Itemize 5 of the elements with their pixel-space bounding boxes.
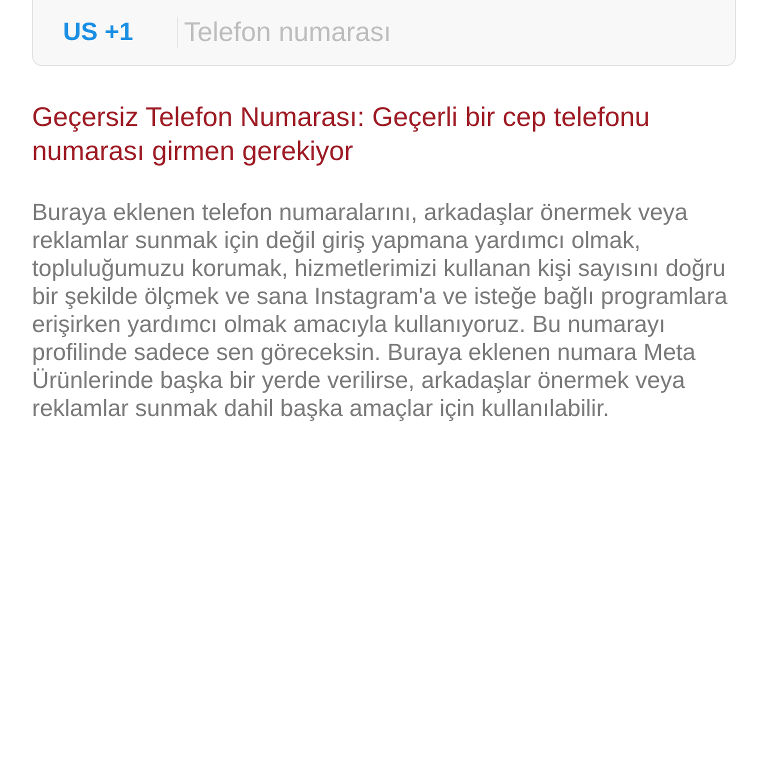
error-message: Geçersiz Telefon Numarası: Geçerli bir cep telefonu numarası girmen gerekiyor (32, 101, 651, 168)
phone-number-field[interactable]: Telefon numarası (177, 17, 735, 48)
phone-field[interactable]: US +1 Telefon numarası (32, 0, 736, 66)
info-text: Buraya eklenen telefon numaralarını, arkadaşlar önermek veya reklamlar sunmak için değil giriş yapmana yardımcı olmak, topluluğumuzu korumak, hizmetlerimizi kullanan kişi sayısını doğru bir şekilde ölçmek ve sana Instagram'a ve isteğe bağlı programlara erişirken yardımcı olmak amacıyla kullanıyoruz. Bu numarayı profilinde sadece sen göreceksin. Buraya eklenen numara Meta Ürünlerinde başka bir yerde verilirse, arkadaşlar önermek veya reklamlar sunmak dahil başka amaçlar için kullanılabilir. (32, 198, 728, 422)
country-code-button[interactable]: US +1 (63, 18, 163, 47)
